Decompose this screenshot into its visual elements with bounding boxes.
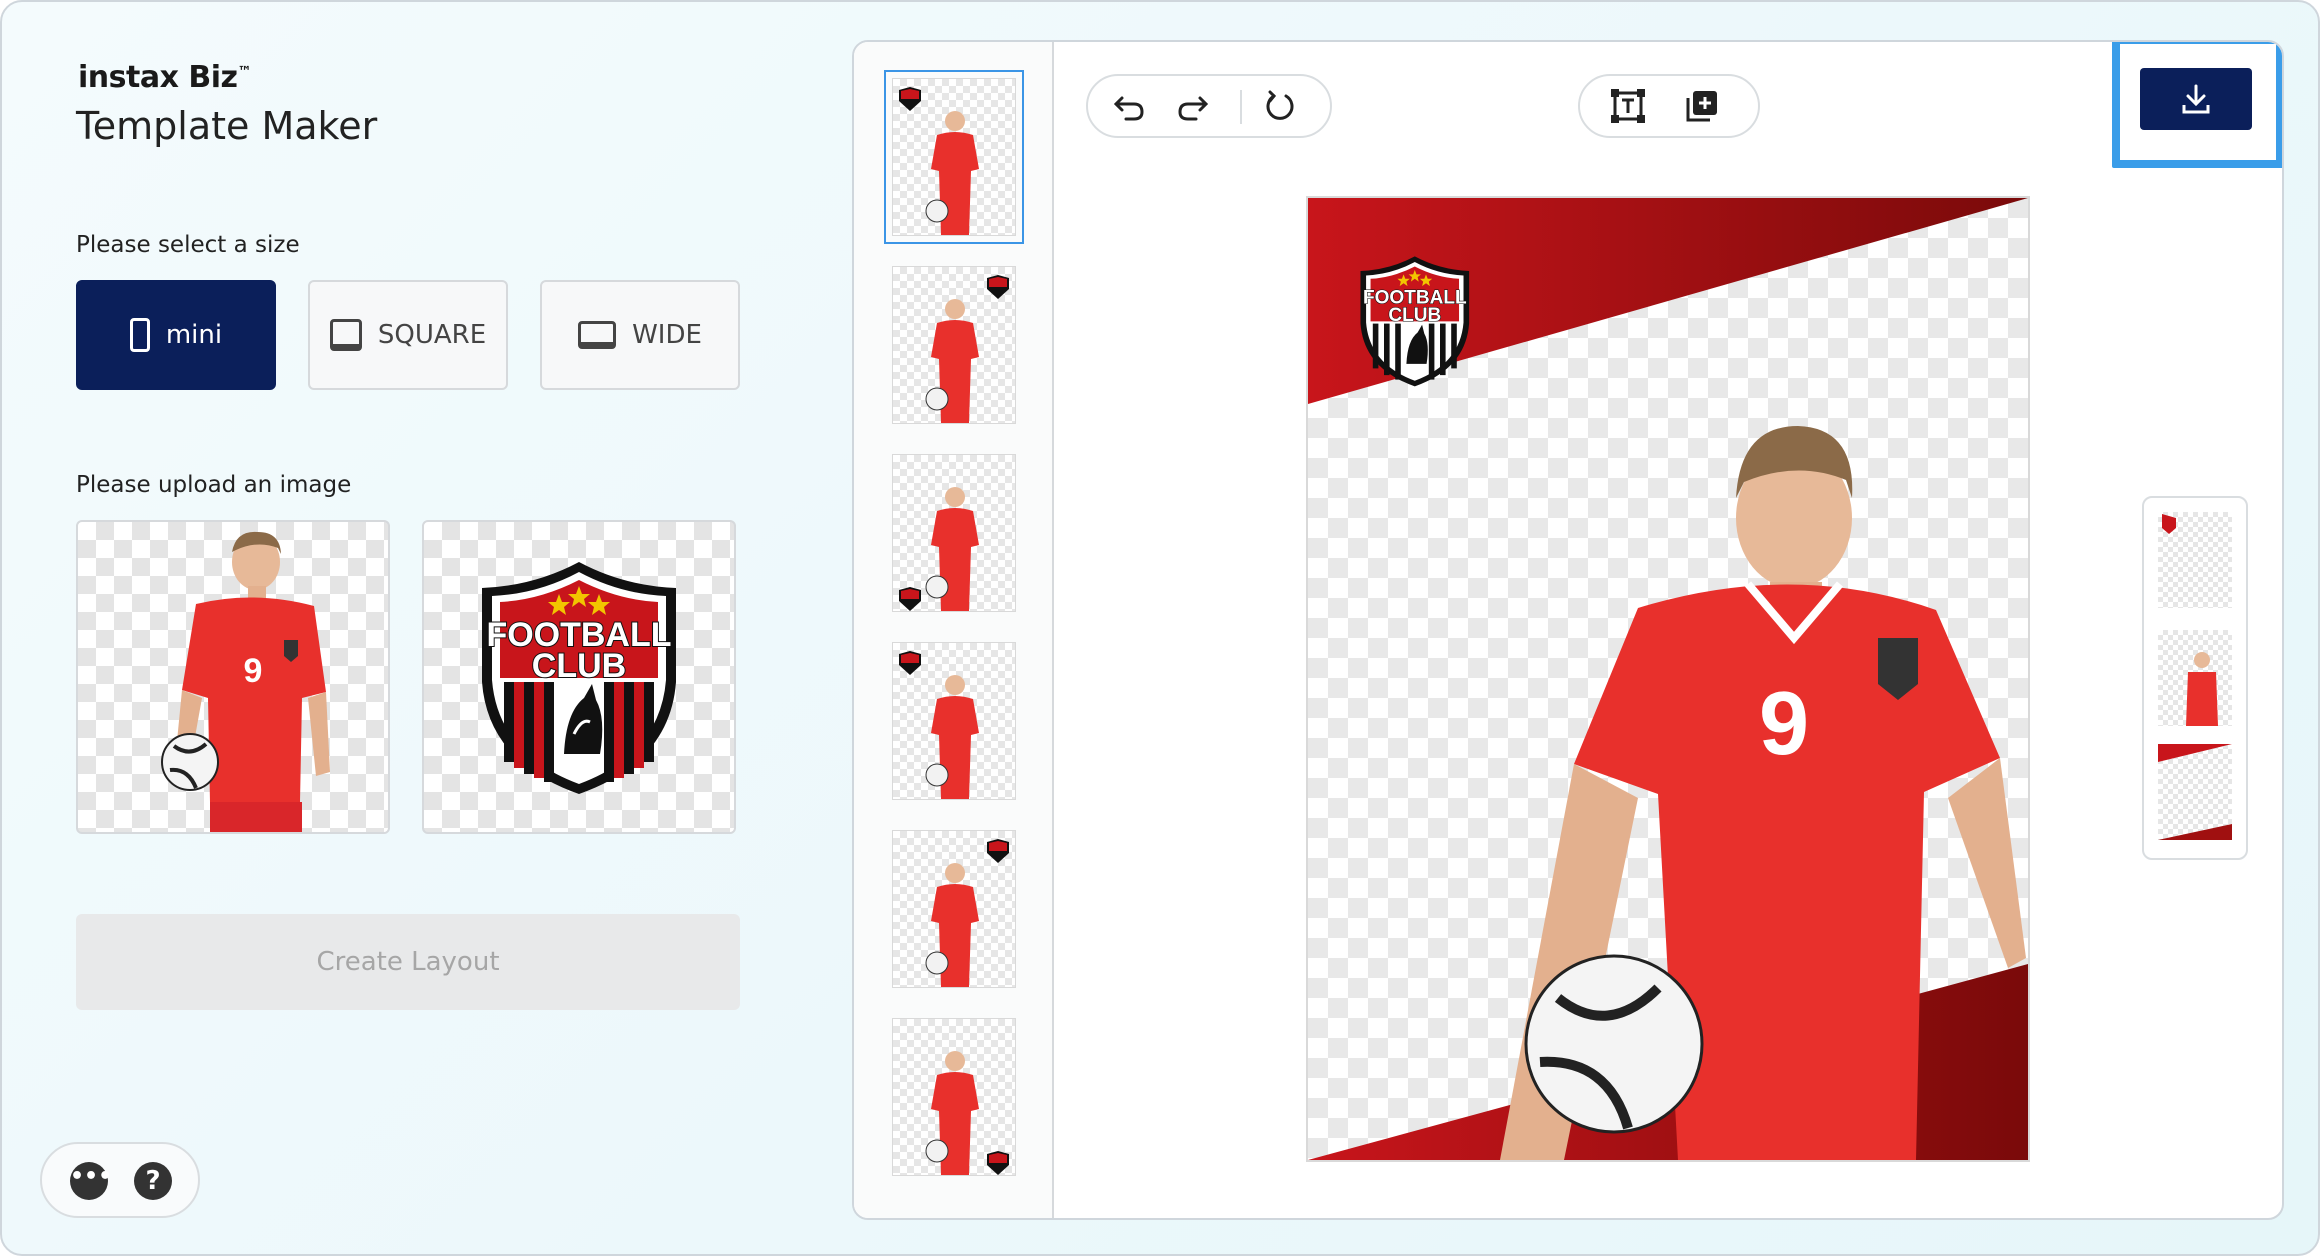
size-option-square[interactable]: SQUARE (308, 280, 508, 390)
download-icon (2182, 84, 2210, 114)
thumbnail-logo (987, 839, 1009, 863)
thumbnail-logo (899, 651, 921, 675)
layer-background-preview (2158, 744, 2232, 840)
size-option-label: WIDE (632, 320, 702, 350)
brand-logo: instax Biz™ (78, 60, 251, 95)
help-pill: ••• ? (40, 1142, 200, 1218)
uploaded-logo-image[interactable]: FOOTBALL CLUB (422, 520, 736, 834)
toolbar-divider (1240, 90, 1242, 124)
svg-text:CLUB: CLUB (1388, 305, 1441, 326)
history-toolbar (1086, 74, 1332, 138)
uploaded-player-image[interactable]: 9 (76, 520, 390, 834)
layout-thumbnail[interactable] (892, 1018, 1016, 1176)
thumbnail-logo (987, 1151, 1009, 1175)
layout-thumbnail[interactable] (884, 70, 1024, 244)
thumbnail-preview (925, 839, 1009, 987)
thumbnail-logo (987, 275, 1009, 299)
layer-background[interactable] (2158, 744, 2232, 840)
more-options-icon[interactable]: ••• (70, 1162, 112, 1200)
redo-icon[interactable] (1174, 88, 1210, 124)
layout-thumbnail[interactable] (892, 642, 1016, 800)
download-button[interactable] (2140, 68, 2252, 130)
design-canvas[interactable]: FOOTBALL CLUB 9 (1306, 196, 2030, 1162)
layers-panel (2142, 496, 2248, 860)
template-preview: FOOTBALL CLUB 9 (1308, 198, 2028, 1160)
thumbnail-preview (899, 487, 979, 611)
size-section-label: Please select a size (76, 232, 300, 258)
insert-toolbar (1578, 74, 1760, 138)
size-option-label: SQUARE (377, 320, 487, 350)
svg-text:9: 9 (1759, 674, 1809, 774)
layout-thumbnail[interactable] (892, 266, 1016, 424)
player-photo: 9 (161, 531, 330, 832)
undo-icon[interactable] (1112, 88, 1148, 124)
svg-text:CLUB: CLUB (532, 647, 626, 685)
layer-player-preview (2186, 652, 2218, 726)
add-image-icon[interactable] (1684, 88, 1720, 124)
layout-thumbnail[interactable] (892, 830, 1016, 988)
thumbnail-preview (899, 651, 979, 799)
layout-thumbnail-list (854, 42, 1054, 1218)
app-window: instax Biz™ Template Maker Please select… (0, 0, 2320, 1256)
reset-icon[interactable] (1262, 88, 1298, 124)
help-icon[interactable]: ? (134, 1162, 172, 1200)
thumbnail-preview (899, 87, 979, 235)
size-option-mini[interactable]: mini (76, 280, 276, 390)
square-frame-icon (329, 319, 362, 351)
thumbnail-preview (925, 1051, 1009, 1175)
layout-thumbnail[interactable] (892, 454, 1016, 612)
size-option-wide[interactable]: WIDE (540, 280, 740, 390)
upload-section-label: Please upload an image (76, 472, 352, 498)
text-box-icon[interactable] (1610, 88, 1646, 124)
phone-portrait-icon (129, 318, 150, 352)
app-title: Template Maker (76, 104, 378, 148)
svg-text:9: 9 (244, 652, 263, 690)
layer-logo[interactable] (2158, 512, 2232, 608)
size-option-label: mini (165, 320, 223, 350)
football-club-logo: FOOTBALL CLUB (482, 562, 676, 794)
wide-frame-icon (578, 321, 617, 349)
thumbnail-logo (899, 87, 921, 111)
download-highlight (2112, 42, 2282, 168)
thumbnail-logo (899, 587, 921, 611)
layout-editor: FOOTBALL CLUB 9 (852, 40, 2284, 1220)
create-layout-button[interactable]: Create Layout (76, 914, 740, 1010)
thumbnail-preview (925, 275, 1009, 423)
layer-logo-preview (2162, 514, 2176, 534)
layer-player[interactable] (2158, 630, 2232, 726)
